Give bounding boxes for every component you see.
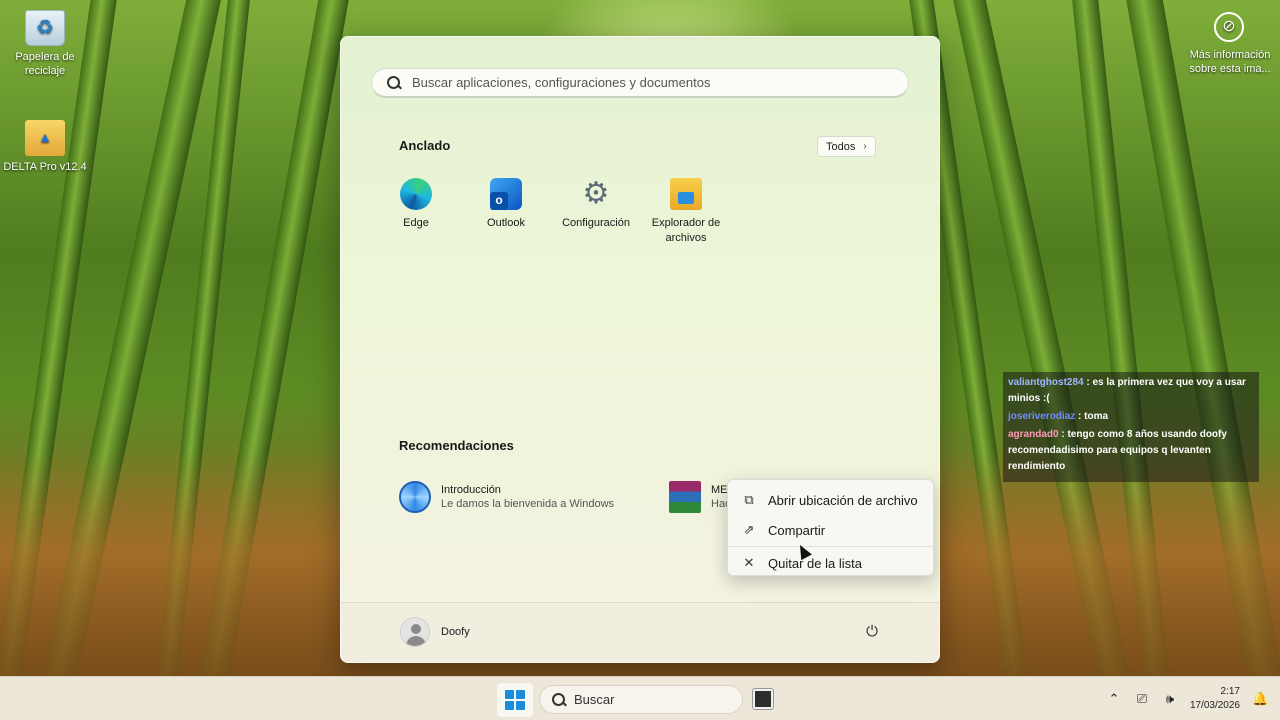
desktop-icon-label: Más información sobre esta ima... [1189, 49, 1271, 75]
recommended-section-title: Recomendaciones [399, 438, 514, 453]
power-icon[interactable]: ⏻ [863, 623, 881, 641]
recommended-item-title: Introducción [441, 484, 501, 496]
stream-chat-overlay: valiantghost284 : es la primera vez que … [1003, 372, 1259, 482]
chat-message: joseriverodiaz : toma [1005, 408, 1257, 426]
camera-info-icon: ⊘ [1214, 12, 1244, 42]
pinned-app-file-explorer[interactable]: Explorador de archivos [643, 178, 729, 246]
pinned-app-label: Explorador de archivos [651, 217, 721, 244]
user-name: Doofy [441, 626, 470, 638]
clock-time: 2:17 [1220, 686, 1240, 697]
winrar-icon [669, 481, 701, 513]
desktop-icon-label: DELTA Pro v12.4 [3, 161, 87, 173]
chevron-right-icon: › [863, 141, 867, 152]
notification-bell-icon[interactable]: 🔔 [1252, 691, 1268, 707]
chat-username: valiantghost284 [1008, 377, 1084, 388]
pinned-app-label: Outlook [487, 217, 525, 229]
recommended-item-introduction[interactable]: Introducción Le damos la bienvenida a Wi… [399, 481, 614, 513]
context-item-label: Quitar de la lista [768, 555, 862, 571]
desktop-icon-label: Papelera de reciclaje [15, 51, 75, 77]
context-item-label: Compartir [768, 522, 826, 538]
start-search-input[interactable] [412, 75, 872, 90]
chat-username: agrandad0 [1008, 429, 1059, 440]
volume-icon[interactable]: 🕪 [1162, 691, 1178, 707]
context-separator [728, 546, 933, 547]
recommended-item-subtitle: Le damos la bienvenida a Windows [441, 498, 615, 510]
context-open-file-location[interactable]: ⧉ Abrir ubicación de archivo [728, 485, 933, 515]
taskbar-search-label: Buscar [574, 692, 615, 707]
chat-username: joseriverodiaz [1008, 411, 1076, 422]
all-apps-label: Todos [826, 140, 856, 153]
context-share[interactable]: ⇗ Compartir [728, 515, 933, 545]
search-icon [386, 75, 402, 91]
close-icon: ✕ [743, 555, 755, 570]
settings-gear-icon: ⚙ [582, 177, 610, 210]
context-remove-from-list[interactable]: ✕ Quitar de la lista [728, 548, 933, 578]
taskbar: Buscar ⌃ ⎚ 🕪 2:17 17/03/2026 🔔 [0, 676, 1280, 720]
chat-message: agrandad0 : tengo como 8 años usando doo… [1005, 426, 1257, 476]
taskbar-search[interactable]: Buscar [539, 685, 743, 714]
open-location-icon: ⧉ [744, 492, 754, 507]
search-icon [552, 692, 566, 707]
all-apps-button[interactable]: Todos › [817, 136, 876, 157]
clock-date: 17/03/2026 [1189, 700, 1240, 711]
context-item-label: Abrir ubicación de archivo [768, 492, 918, 508]
folder-icon [25, 120, 65, 156]
avatar [400, 617, 430, 647]
chat-text: : toma [1078, 411, 1109, 422]
start-search-box[interactable] [371, 68, 909, 98]
windows-logo-icon [505, 690, 525, 710]
pinned-section-title: Anclado [399, 138, 451, 153]
desktop-icon-more-info[interactable]: ⊘ Más información sobre esta ima... [1180, 12, 1280, 76]
pinned-app-outlook[interactable]: Outlook [463, 178, 549, 231]
chevron-up-icon[interactable]: ⌃ [1106, 691, 1122, 707]
recommended-item-winrar[interactable]: ME Hac [669, 481, 731, 513]
clock[interactable]: 2:17 17/03/2026 [1190, 685, 1240, 713]
user-account-button[interactable]: Doofy [400, 617, 470, 647]
folder-icon [670, 178, 702, 210]
system-tray: ⌃ ⎚ 🕪 2:17 17/03/2026 🔔 [1106, 677, 1268, 720]
desktop-icon-delta-pro[interactable]: DELTA Pro v12.4 [0, 120, 90, 174]
recycle-bin-icon [25, 10, 65, 46]
start-menu-footer: Doofy ⏻ [341, 602, 939, 662]
share-icon: ⇗ [743, 522, 755, 537]
pinned-app-settings[interactable]: ⚙ Configuración [553, 178, 639, 231]
outlook-icon [490, 178, 522, 210]
edge-icon [400, 178, 432, 210]
intro-icon [399, 481, 431, 513]
desktop-icon-recycle-bin[interactable]: Papelera de reciclaje [0, 10, 90, 78]
pinned-app-label: Edge [403, 217, 429, 229]
start-button[interactable] [497, 683, 533, 717]
taskbar-app-icon[interactable] [753, 689, 773, 709]
network-icon[interactable]: ⎚ [1134, 691, 1150, 707]
chat-message: valiantghost284 : es la primera vez que … [1005, 374, 1257, 408]
context-menu: ⧉ Abrir ubicación de archivo ⇗ Compartir… [727, 479, 934, 576]
pinned-app-label: Configuración [562, 217, 630, 229]
pinned-app-edge[interactable]: Edge [373, 178, 459, 231]
